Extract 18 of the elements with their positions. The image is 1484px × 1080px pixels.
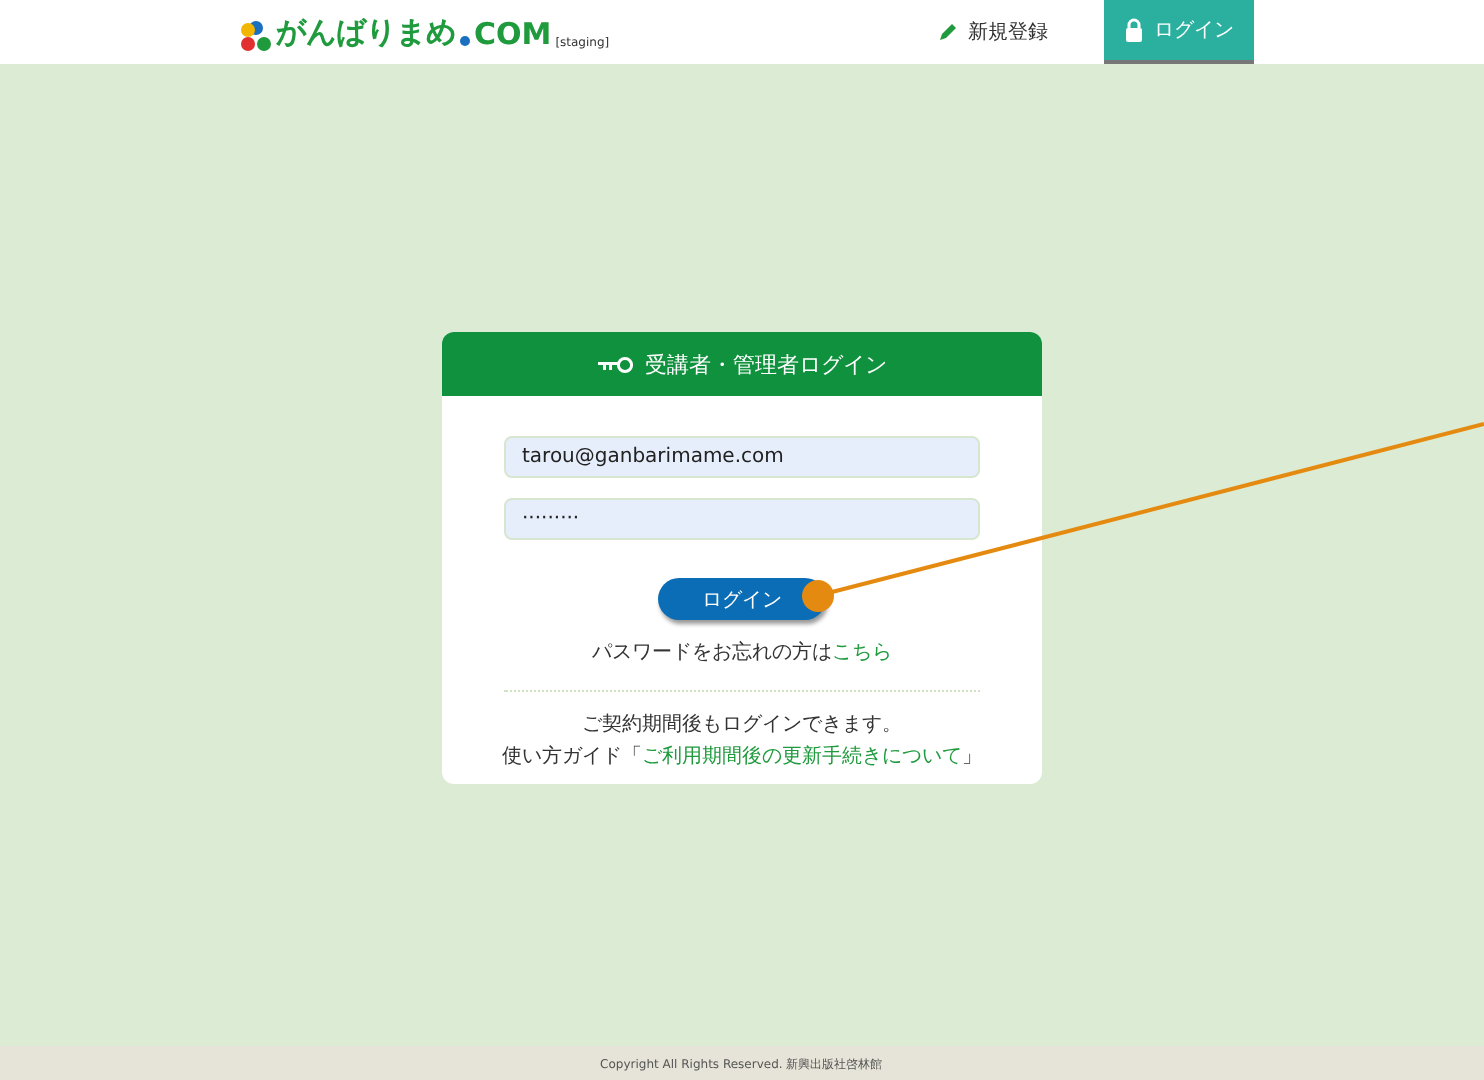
email-field[interactable]: tarou@ganbarimame.com [504, 436, 980, 478]
forgot-password-link[interactable]: こちら [832, 642, 892, 664]
logo-icon [240, 19, 272, 51]
password-field[interactable]: ········· [504, 498, 980, 540]
key-icon [597, 355, 633, 373]
note-text: ご契約期間後もログインできます。 [582, 711, 902, 738]
pointer-dot-icon [802, 580, 834, 612]
guide-text: 使い方ガイド「ご利用期間後の更新手続きについて」 [502, 743, 982, 770]
dot-icon [460, 35, 470, 45]
card-title: 受講者・管理者ログイン [645, 349, 887, 379]
guide-link[interactable]: ご利用期間後の更新手続きについて [642, 746, 962, 768]
pencil-icon [938, 22, 958, 42]
lock-icon [1124, 18, 1144, 42]
nav-link[interactable]: 新規登録 [918, 0, 1068, 64]
logo-text: がんばりまめ [276, 13, 456, 51]
logo-text: COM [474, 15, 552, 51]
forgot-password-text: パスワードをお忘れの方はこちら [592, 639, 892, 666]
login-button[interactable]: ログイン [658, 578, 826, 620]
